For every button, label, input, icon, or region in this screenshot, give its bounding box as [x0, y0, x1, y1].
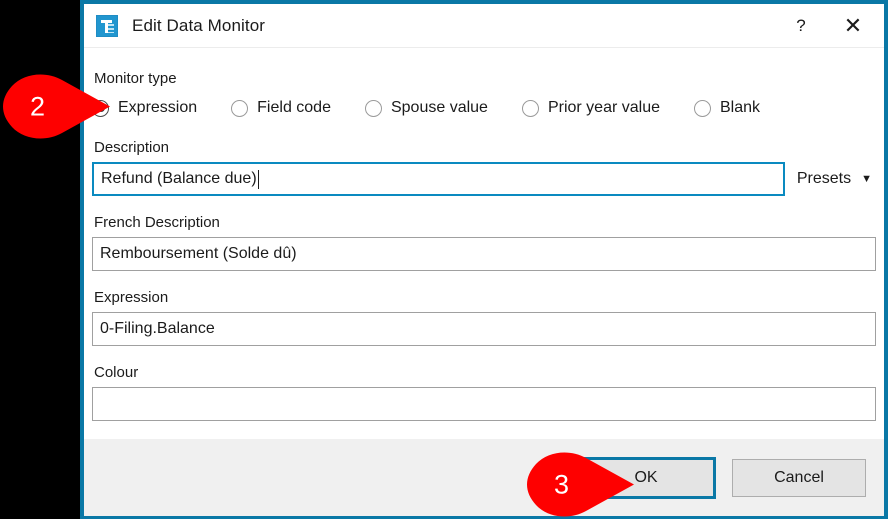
dialog-footer: OK Cancel — [84, 439, 884, 516]
ok-button[interactable]: OK — [576, 457, 716, 499]
description-field-group: Description Refund (Balance due) Presets… — [92, 139, 876, 196]
presets-label: Presets — [797, 170, 851, 188]
radio-label-expression: Expression — [118, 99, 197, 117]
radio-circle-icon — [694, 100, 711, 117]
edit-data-monitor-dialog: Edit Data Monitor ? ✕ Monitor type Expre… — [80, 0, 888, 519]
presets-dropdown-button[interactable]: Presets ▼ — [797, 170, 876, 188]
expression-label: Expression — [92, 289, 876, 306]
french-description-field-group: French Description Remboursement (Solde … — [92, 214, 876, 271]
expression-input[interactable]: 0-Filing.Balance — [92, 312, 876, 346]
monitor-type-label: Monitor type — [92, 70, 876, 87]
screenshot-root: Edit Data Monitor ? ✕ Monitor type Expre… — [0, 0, 888, 519]
monitor-type-radio-group: Expression Field code Spouse value Prior… — [92, 99, 876, 117]
chevron-down-icon: ▼ — [861, 174, 872, 185]
french-description-input[interactable]: Remboursement (Solde dû) — [92, 237, 876, 271]
french-description-input-value: Remboursement (Solde dû) — [100, 245, 297, 263]
text-caret — [258, 170, 259, 189]
french-description-label: French Description — [92, 214, 876, 231]
dialog-title: Edit Data Monitor — [132, 16, 265, 36]
radio-label-spouse-value: Spouse value — [391, 99, 488, 117]
description-input-value: Refund (Balance due) — [101, 170, 257, 188]
radio-label-prior-year-value: Prior year value — [548, 99, 660, 117]
taxcycle-app-icon — [96, 15, 118, 37]
radio-option-spouse-value[interactable]: Spouse value — [365, 99, 488, 117]
radio-option-expression[interactable]: Expression — [92, 99, 197, 117]
expression-input-row: 0-Filing.Balance — [92, 312, 876, 346]
radio-circle-icon — [92, 100, 109, 117]
radio-circle-icon — [231, 100, 248, 117]
cancel-button[interactable]: Cancel — [732, 459, 866, 497]
description-input-row: Refund (Balance due) Presets ▼ — [92, 162, 876, 196]
radio-option-blank[interactable]: Blank — [694, 99, 760, 117]
callout-number-2: 2 — [30, 91, 45, 122]
radio-label-blank: Blank — [720, 99, 760, 117]
radio-circle-icon — [522, 100, 539, 117]
description-label: Description — [92, 139, 876, 156]
expression-input-value: 0-Filing.Balance — [100, 320, 215, 338]
dialog-titlebar: Edit Data Monitor ? ✕ — [84, 4, 884, 48]
radio-label-field-code: Field code — [257, 99, 331, 117]
dialog-body: Monitor type Expression Field code Spous… — [84, 48, 884, 439]
radio-option-field-code[interactable]: Field code — [231, 99, 331, 117]
description-input[interactable]: Refund (Balance due) — [92, 162, 785, 196]
colour-input-row — [92, 387, 876, 421]
radio-circle-icon — [365, 100, 382, 117]
colour-field-group: Colour — [92, 364, 876, 421]
colour-label: Colour — [92, 364, 876, 381]
close-icon[interactable]: ✕ — [830, 4, 876, 48]
icon-dots-decoration — [108, 24, 114, 33]
french-description-input-row: Remboursement (Solde dû) — [92, 237, 876, 271]
colour-input[interactable] — [92, 387, 876, 421]
radio-option-prior-year-value[interactable]: Prior year value — [522, 99, 660, 117]
expression-field-group: Expression 0-Filing.Balance — [92, 289, 876, 346]
help-icon[interactable]: ? — [778, 4, 824, 48]
